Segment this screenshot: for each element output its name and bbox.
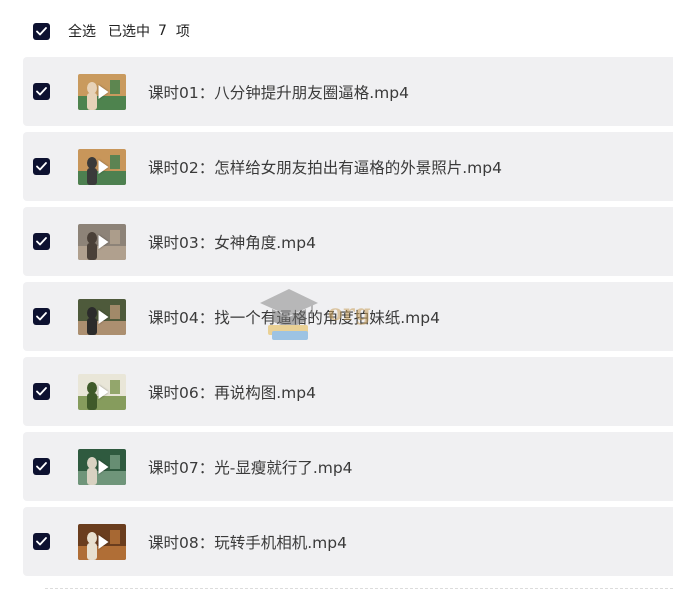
select-all-label[interactable]: 全选 xyxy=(68,21,96,41)
selected-text: 已选中 xyxy=(108,24,150,40)
video-title[interactable]: 课时02：怎样给女朋友拍出有逼格的外景照片.mp4 xyxy=(148,156,502,178)
video-title[interactable]: 课时04：找一个有逼格的角度拍妹纸.mp4 xyxy=(148,306,440,328)
select-all-checkbox[interactable] xyxy=(33,22,50,40)
list-item[interactable]: 课时03：女神角度.mp4 xyxy=(23,207,673,276)
play-icon xyxy=(98,534,109,549)
play-icon xyxy=(98,84,109,99)
play-icon xyxy=(98,384,109,399)
item-checkbox[interactable] xyxy=(33,458,50,475)
item-checkbox[interactable] xyxy=(33,83,50,100)
list-item[interactable]: 课时06：再说构图.mp4 xyxy=(23,357,673,426)
video-title[interactable]: 课时06：再说构图.mp4 xyxy=(148,381,316,403)
video-thumbnail[interactable] xyxy=(78,73,126,110)
list-item[interactable]: 课时02：怎样给女朋友拍出有逼格的外景照片.mp4 xyxy=(23,132,673,201)
video-title[interactable]: 课时08：玩转手机相机.mp4 xyxy=(148,531,347,553)
item-checkbox[interactable] xyxy=(33,533,50,550)
video-title[interactable]: 课时01：八分钟提升朋友圈逼格.mp4 xyxy=(148,81,409,103)
item-checkbox[interactable] xyxy=(33,158,50,175)
video-thumbnail[interactable] xyxy=(78,148,126,185)
list-item[interactable]: 课时08：玩转手机相机.mp4 xyxy=(23,507,673,576)
video-thumbnail[interactable] xyxy=(78,373,126,410)
video-title[interactable]: 课时03：女神角度.mp4 xyxy=(148,231,316,253)
video-thumbnail[interactable] xyxy=(78,223,126,260)
item-checkbox[interactable] xyxy=(33,308,50,325)
check-icon xyxy=(36,26,47,35)
item-checkbox[interactable] xyxy=(33,233,50,250)
play-icon xyxy=(98,234,109,249)
check-icon xyxy=(36,312,47,321)
selected-count: 7 xyxy=(158,23,167,39)
play-icon xyxy=(98,159,109,174)
selected-unit: 项 xyxy=(175,24,190,40)
list-item[interactable]: 课时01：八分钟提升朋友圈逼格.mp4 xyxy=(23,57,673,126)
check-icon xyxy=(36,237,47,246)
check-icon xyxy=(36,537,47,546)
list-item[interactable]: 课时04：找一个有逼格的角度拍妹纸.mp4 xyxy=(23,282,673,351)
check-icon xyxy=(36,162,47,171)
item-checkbox[interactable] xyxy=(33,383,50,400)
video-thumbnail[interactable] xyxy=(78,523,126,560)
video-title[interactable]: 课时07：光-显瘦就行了.mp4 xyxy=(148,456,353,478)
check-icon xyxy=(36,462,47,471)
video-thumbnail[interactable] xyxy=(78,298,126,335)
play-icon xyxy=(98,459,109,474)
video-thumbnail[interactable] xyxy=(78,448,126,485)
check-icon xyxy=(36,87,47,96)
play-icon xyxy=(98,309,109,324)
selection-header: 全选 已选中 7 项 xyxy=(33,21,190,41)
check-icon xyxy=(36,387,47,396)
lesson-list: 课时01：八分钟提升朋友圈逼格.mp4 课时02：怎样给女朋友拍出有逼格的外景照片… xyxy=(23,57,673,582)
list-divider xyxy=(45,588,673,589)
list-item[interactable]: 课时07：光-显瘦就行了.mp4 xyxy=(23,432,673,501)
